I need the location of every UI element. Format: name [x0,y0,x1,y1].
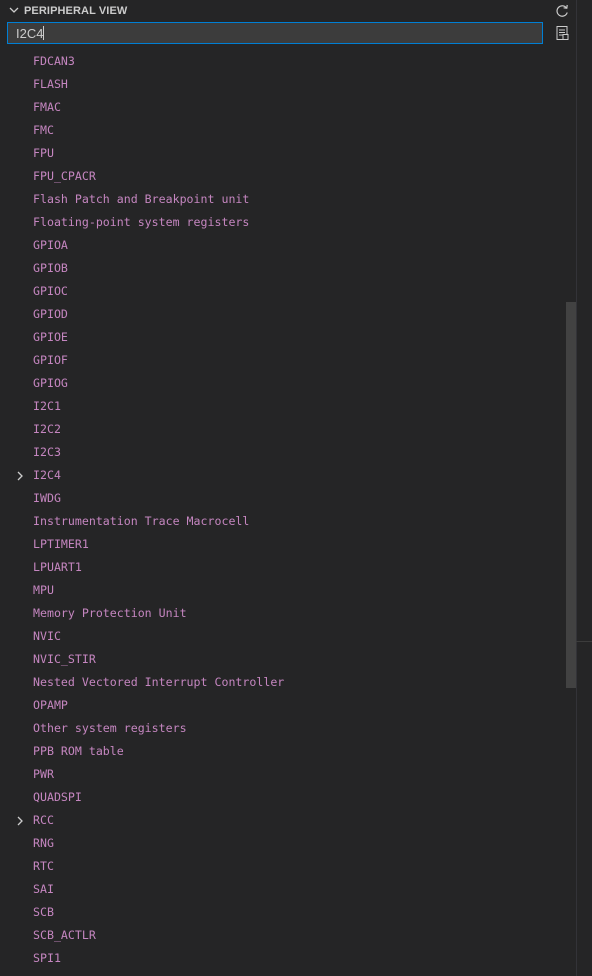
tree-item[interactable]: I2C4 [0,464,576,487]
tree-item[interactable]: SAI [0,878,576,901]
chevron-right-icon[interactable] [14,815,26,827]
tree-item[interactable]: RNG [0,832,576,855]
filter-input[interactable] [7,22,543,44]
tree-item[interactable]: I2C1 [0,395,576,418]
tree-item-label: RTC [33,859,54,873]
tree-item[interactable]: FPU_CPACR [0,165,576,188]
tree-item-label: FDCAN3 [33,54,75,68]
tree-item-label: PWR [33,767,54,781]
tree-item-label: FPU_CPACR [33,169,96,183]
tree-item[interactable]: I2C3 [0,441,576,464]
tree-item-label: MPU [33,583,54,597]
tree-item[interactable]: GPIOE [0,326,576,349]
tree-item[interactable]: QUADSPI [0,786,576,809]
tree-item[interactable]: NVIC_STIR [0,648,576,671]
tree-item-label: GPIOA [33,238,68,252]
tree-item-label: Instrumentation Trace Macrocell [33,514,250,528]
tree-item-label: Memory Protection Unit [33,606,187,620]
tree-item-label: QUADSPI [33,790,82,804]
tree-item[interactable]: GPIOC [0,280,576,303]
tree-item-label: I2C4 [33,468,61,482]
tree-item[interactable]: I2C2 [0,418,576,441]
tree-item-label: LPTIMER1 [33,537,89,551]
chevron-down-icon[interactable] [8,4,20,16]
tree-item[interactable]: Other system registers [0,717,576,740]
tree-item-label: FMC [33,123,54,137]
tree-item-label: SAI [33,882,54,896]
tree-item[interactable]: Flash Patch and Breakpoint unit [0,188,576,211]
tree-item-label: RCC [33,813,54,827]
tree-item-label: I2C2 [33,422,61,436]
tree-item[interactable]: IWDG [0,487,576,510]
peripheral-view-panel: PERIPHERAL VIEW FDCAN3 FLASH FMAC FMC FPU FPU… [0,0,576,976]
panel-header[interactable]: PERIPHERAL VIEW [0,0,576,22]
tree-item[interactable]: FDCAN3 [0,50,576,73]
tree-item-label: Nested Vectored Interrupt Controller [33,675,285,689]
tree-item-label: IWDG [33,491,61,505]
tree-item[interactable]: PWR [0,763,576,786]
tree-item[interactable]: GPIOD [0,303,576,326]
vertical-divider [576,0,577,976]
tree-item[interactable]: Nested Vectored Interrupt Controller [0,671,576,694]
tree-item[interactable]: NVIC [0,625,576,648]
text-cursor [43,26,44,40]
tree-item[interactable]: SCB [0,901,576,924]
tree-item[interactable]: GPIOB [0,257,576,280]
adjacent-pane-edge [576,0,592,976]
filter-options-icon[interactable] [554,25,570,41]
tree-item-label: NVIC [33,629,61,643]
tree-item[interactable]: RTC [0,855,576,878]
horizontal-divider [576,641,592,642]
tree-item[interactable]: SCB_ACTLR [0,924,576,947]
peripheral-tree: FDCAN3 FLASH FMAC FMC FPU FPU_CPACR Flash Patc… [0,50,576,970]
tree-item[interactable]: FLASH [0,73,576,96]
tree-item-label: PPB ROM table [33,744,124,758]
tree-item-label: SCB [33,905,54,919]
horizontal-scrollbar[interactable] [0,966,566,976]
tree-item-label: FMAC [33,100,61,114]
tree-item[interactable]: RCC [0,809,576,832]
tree-item-label: RNG [33,836,54,850]
tree-item-label: GPIOC [33,284,68,298]
tree-item-label: FPU [33,146,54,160]
tree-item[interactable]: Memory Protection Unit [0,602,576,625]
tree-item-label: I2C3 [33,445,61,459]
tree-item[interactable]: Instrumentation Trace Macrocell [0,510,576,533]
tree-item[interactable]: LPTIMER1 [0,533,576,556]
chevron-right-icon[interactable] [14,470,26,482]
tree-item[interactable]: LPUART1 [0,556,576,579]
tree-item-label: I2C1 [33,399,61,413]
vertical-scrollbar-thumb[interactable] [566,302,576,688]
tree-item-label: FLASH [33,77,68,91]
tree-item-label: GPIOB [33,261,68,275]
tree-item[interactable]: MPU [0,579,576,602]
tree-item[interactable]: GPIOG [0,372,576,395]
tree-item[interactable]: FPU [0,142,576,165]
tree-item-label: Flash Patch and Breakpoint unit [33,192,250,206]
tree-item[interactable]: FMC [0,119,576,142]
tree-item-label: Other system registers [33,721,187,735]
tree-item-label: GPIOF [33,353,68,367]
tree-item[interactable]: OPAMP [0,694,576,717]
tree-item-label: OPAMP [33,698,68,712]
tree-item[interactable]: GPIOA [0,234,576,257]
panel-title: PERIPHERAL VIEW [24,5,128,17]
filter-row [0,22,576,48]
tree-item-label: Floating-point system registers [33,215,250,229]
refresh-icon[interactable] [554,3,570,19]
tree-item-label: SCB_ACTLR [33,928,96,942]
tree-item-label: LPUART1 [33,560,82,574]
tree-item[interactable]: GPIOF [0,349,576,372]
tree-item-label: GPIOG [33,376,68,390]
tree-item-label: GPIOD [33,307,68,321]
tree-item[interactable]: PPB ROM table [0,740,576,763]
tree-item[interactable]: Floating-point system registers [0,211,576,234]
tree-item-label: NVIC_STIR [33,652,96,666]
tree-item-label: GPIOE [33,330,68,344]
tree-item[interactable]: FMAC [0,96,576,119]
